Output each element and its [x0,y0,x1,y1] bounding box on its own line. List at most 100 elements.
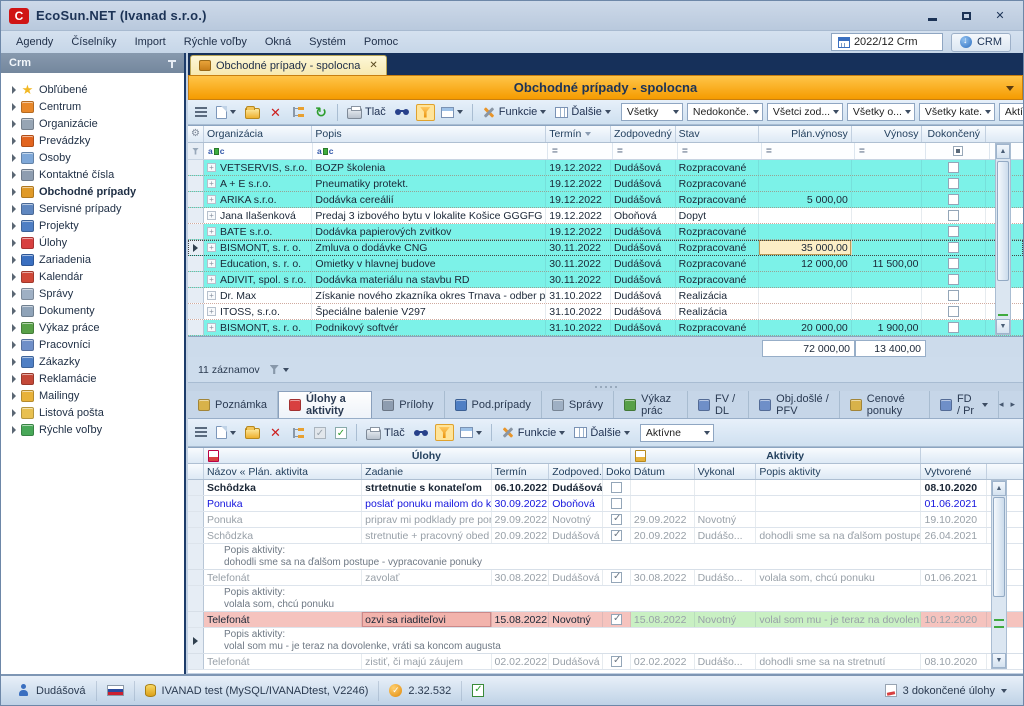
sidebar-item-centrum[interactable]: Centrum [9,98,184,115]
tab-cenov-ponuky[interactable]: Cenové ponuky [840,391,930,418]
done-checkbox[interactable] [948,242,959,253]
table-row[interactable]: Ponukaposlať ponuku mailom do konca t...… [188,496,1023,512]
sidebar-item-obchodn-pr-pady[interactable]: Obchodné prípady [9,183,184,200]
status-language[interactable] [97,681,135,701]
tab-obj-do-l-pfv[interactable]: Obj.došlé / PFV [749,391,840,418]
new-button[interactable] [213,424,239,441]
filter-cell-eq[interactable]: = [548,143,613,159]
sidebar-item-kalend-r[interactable]: Kalendár [9,268,184,285]
complete-button[interactable]: ✓ [332,425,350,441]
expand-arrow-icon[interactable] [12,290,16,298]
filter-cell-check[interactable] [926,143,990,159]
expand-arrow-icon[interactable] [12,120,16,128]
filter-combo-4[interactable]: Všetky kate... [919,103,995,121]
vertical-scrollbar[interactable]: ▲▼ [995,143,1011,335]
table-row[interactable]: Telefonátzistiť, či majú záujem02.02.202… [188,654,1023,670]
expand-icon[interactable]: + [207,291,216,300]
expand-icon[interactable]: + [207,323,216,332]
filter-combo-2[interactable]: Všetci zod... [767,103,843,121]
expand-arrow-icon[interactable] [12,137,16,145]
filter-cell-eq[interactable]: = [762,143,855,159]
funkcie-menu[interactable]: Funkcie [479,104,550,121]
column-header-6[interactable]: Výnosy [852,126,923,142]
sidebar-item-ob-ben-[interactable]: ★Obľúbené [9,81,184,98]
expand-icon[interactable]: + [207,275,216,284]
crm-button[interactable]: CRM [951,33,1011,52]
menu--seln-ky[interactable]: Číselníky [62,34,125,50]
column-header-7[interactable]: Dokončený [922,126,986,142]
filter-combo-3[interactable]: Všetky o... [847,103,915,121]
filter-indicator[interactable] [270,365,289,374]
sidebar-item-osoby[interactable]: Osoby [9,149,184,166]
done-checkbox[interactable] [948,194,959,205]
filter-combo-5[interactable]: Aktívne [999,103,1024,121]
done-checkbox[interactable] [948,178,959,189]
expand-arrow-icon[interactable] [12,103,16,111]
done-checkbox[interactable] [948,290,959,301]
sidebar-item-pracovn-ci[interactable]: Pracovníci [9,336,184,353]
table-row[interactable]: +Dr. MaxZískanie nového zkazníka okres T… [188,288,1023,304]
table-row[interactable]: +Jana IlašenkováPredaj 3 izbového bytu v… [188,208,1023,224]
expand-icon[interactable]: + [207,307,216,316]
expand-arrow-icon[interactable] [12,154,16,162]
filter-cell-text[interactable]: ac [204,143,313,159]
column-header-4[interactable]: Stav [676,126,760,142]
column-header-2[interactable]: Termín [546,126,611,142]
expand-arrow-icon[interactable] [12,256,16,264]
tab-pod-pr-pady[interactable]: Pod.prípady [445,391,542,418]
menu-syst-m[interactable]: Systém [300,34,355,50]
vertical-scrollbar[interactable]: ▲▼ [991,480,1007,669]
refresh-button[interactable]: ↻ [311,104,331,121]
toolbar-menu-icon[interactable] [195,427,207,438]
sidebar-item-servisn-pr-pady[interactable]: Servisné prípady [9,200,184,217]
complete-disabled-button[interactable]: ✓ [311,425,329,441]
pin-icon[interactable] [167,59,176,68]
scrollbar-thumb[interactable] [997,161,1009,281]
tab-fd-pr[interactable]: FD / Pr [930,391,999,418]
close-button[interactable]: ✕ [985,6,1015,25]
expand-icon[interactable]: + [207,163,216,172]
table-row[interactable]: Schôdzkastrtetnutie s konateľom06.10.202… [188,480,1023,496]
sidebar-item-spr-vy[interactable]: Správy [9,285,184,302]
table-row[interactable]: +ADIVIT, spol. s r.o.Dodávka materiálu n… [188,272,1023,288]
new-window-button[interactable] [457,425,485,440]
document-tab[interactable]: Obchodné prípady - spolocna ✕ [190,55,387,75]
expand-arrow-icon[interactable] [12,205,16,213]
table-row[interactable]: +BISMONT, s. r. o.Podnikový softvér31.10… [188,320,1023,336]
done-checkbox[interactable] [948,162,959,173]
tab-v-kaz-pr-c[interactable]: Výkaz prác [614,391,688,418]
expand-arrow-icon[interactable] [12,307,16,315]
filter-cell-eq[interactable]: = [678,143,762,159]
sidebar-item-v-kaz-pr-ce[interactable]: Výkaz práce [9,319,184,336]
new-button[interactable] [213,104,239,121]
sidebar-item-projekty[interactable]: Projekty [9,217,184,234]
tab--lohy-a-aktivity[interactable]: Úlohy a aktivity [278,391,372,418]
column-header-5[interactable]: Dátum [631,464,695,479]
expand-arrow-icon[interactable] [12,358,16,366]
filter-cell-text[interactable]: ac [313,143,548,159]
table-row[interactable]: +BISMONT, s. r. o.Zmluva o dodávke CNG30… [188,240,1023,256]
sidebar-header[interactable]: Crm [1,53,184,73]
sidebar-item-kontaktn-sla[interactable]: Kontaktné čísla [9,166,184,183]
expand-arrow-icon[interactable] [12,409,16,417]
period-selector[interactable]: 2022/12 Crm [831,33,943,51]
expand-arrow-icon[interactable] [12,341,16,349]
hierarchy-button[interactable] [288,425,308,441]
column-header-0[interactable]: Organizácia [204,126,312,142]
expand-icon[interactable]: + [207,243,216,252]
sidebar-item-z-kazky[interactable]: Zákazky [9,353,184,370]
sidebar-item-r-chle-vo-by[interactable]: Rýchle voľby [9,421,184,438]
table-row[interactable]: +ARIKA s.r.o.Dodávka cereálií19.12.2022D… [188,192,1023,208]
sidebar-item-mailingy[interactable]: Mailingy [9,387,184,404]
done-checkbox[interactable] [948,306,959,317]
status-calc[interactable] [462,681,494,701]
tab-spr-vy[interactable]: Správy [542,391,614,418]
filter-cell-eq[interactable]: = [613,143,678,159]
table-row[interactable]: +A + E s.r.o.Pneumatiky protekt.19.12.20… [188,176,1023,192]
expand-icon[interactable]: + [207,259,216,268]
grid-options-icon[interactable]: ⚙ [188,126,204,142]
done-checkbox[interactable] [948,210,959,221]
column-header-0[interactable]: Názov « Plán. aktivita [204,464,362,479]
expand-icon[interactable]: + [207,211,216,220]
column-header-1[interactable]: Zadanie [362,464,491,479]
